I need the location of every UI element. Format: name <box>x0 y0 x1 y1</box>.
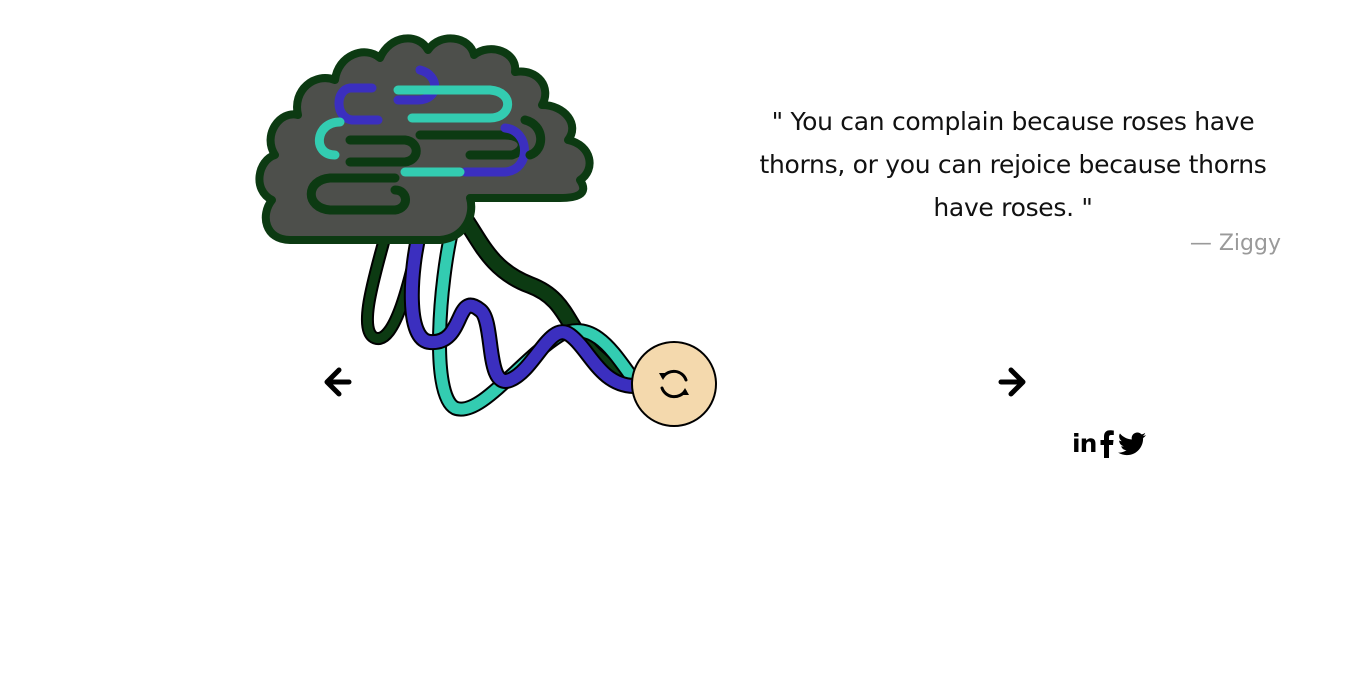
linkedin-share-link[interactable]: in <box>1072 428 1097 460</box>
quote-author: — Ziggy <box>1189 231 1281 256</box>
refresh-icon <box>659 369 689 399</box>
page: " You can complain because roses have th… <box>0 0 1365 674</box>
linkedin-icon: in <box>1072 429 1097 458</box>
social-links: in <box>1072 428 1147 460</box>
facebook-icon <box>1100 430 1115 458</box>
arrow-left-icon <box>324 367 352 397</box>
next-quote-button[interactable] <box>994 362 1034 402</box>
previous-quote-button[interactable] <box>316 362 356 402</box>
facebook-share-link[interactable] <box>1100 430 1115 458</box>
arrow-right-icon <box>998 367 1026 397</box>
twitter-icon <box>1118 432 1147 456</box>
refresh-quote-button[interactable] <box>631 341 717 427</box>
brain-cables <box>360 206 643 417</box>
quote-text: " You can complain because roses have th… <box>759 107 1267 222</box>
twitter-share-link[interactable] <box>1118 432 1147 456</box>
quote-block: " You can complain because roses have th… <box>745 100 1281 256</box>
brain-shape <box>255 34 594 244</box>
